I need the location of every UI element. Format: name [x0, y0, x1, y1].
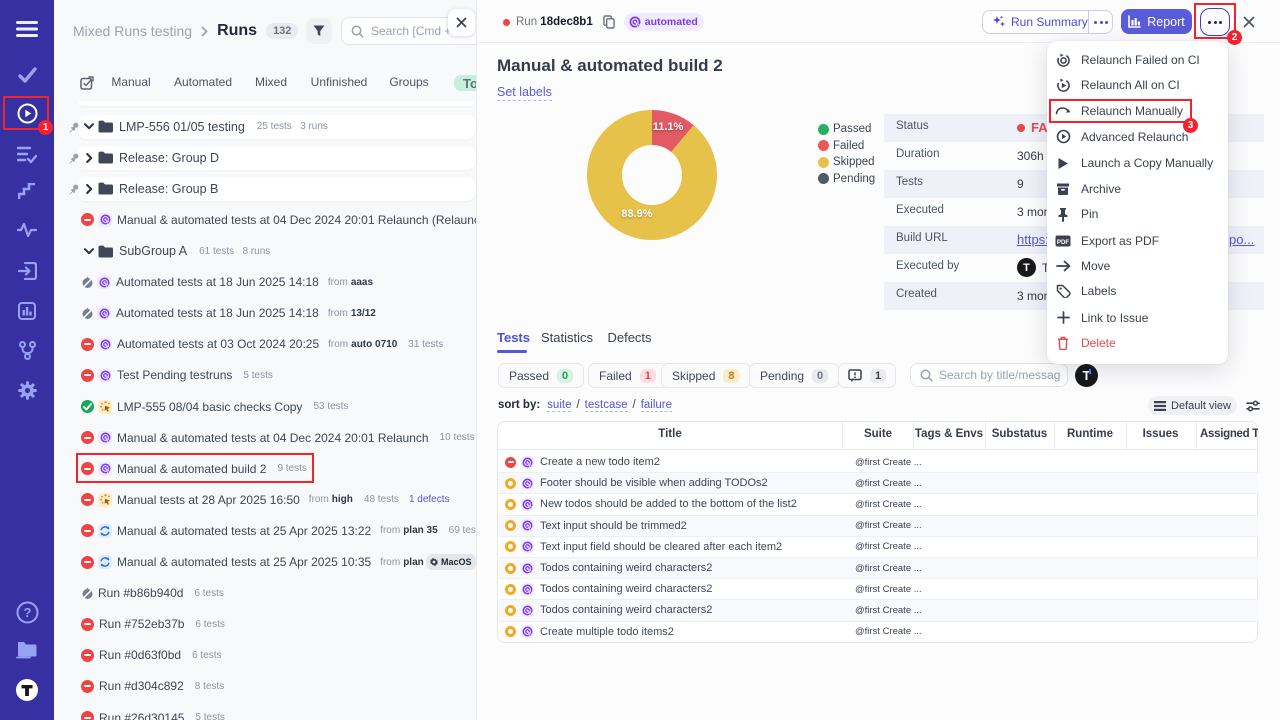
svg-text:88.9%: 88.9%	[621, 208, 652, 220]
svg-text:11.1%: 11.1%	[653, 121, 684, 133]
svg-text:?: ?	[23, 605, 31, 620]
svg-text:PDF: PDF	[1057, 238, 1070, 245]
